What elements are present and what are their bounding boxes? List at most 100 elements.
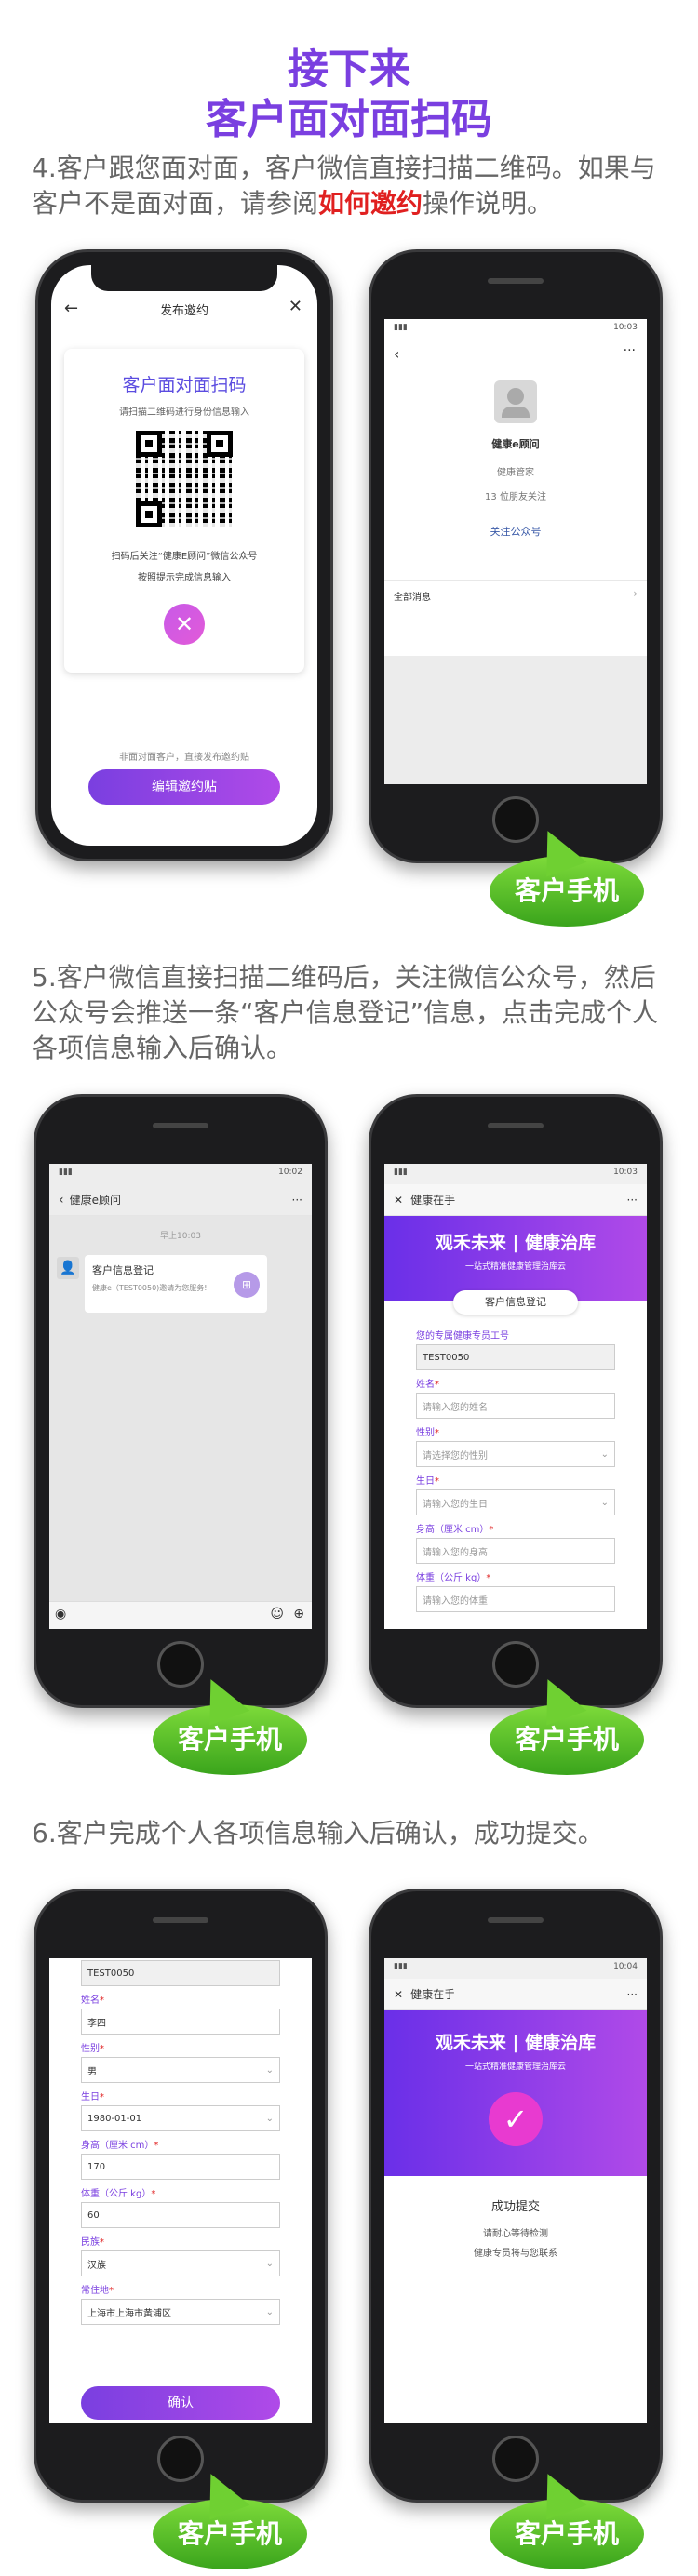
select-field[interactable]: 请输入您的生日 ⌄ — [416, 1489, 615, 1515]
field-value: 1980-01-01 — [87, 2113, 142, 2124]
select-field[interactable]: 1980-01-01 ⌄ — [81, 2105, 280, 2131]
signal-icon: ▮▮▮ — [394, 1962, 408, 1971]
account-name: 健康e顾问 — [491, 438, 540, 450]
field-label-text: 体重（公斤 kg） — [416, 1573, 487, 1583]
field-value: 请选择您的性别 — [423, 1450, 488, 1462]
bubble-label: 客户手机 — [514, 875, 619, 906]
home-button[interactable] — [157, 1641, 204, 1688]
nav-title: 健康在手 — [410, 1194, 456, 1207]
field-value: 男 — [87, 2066, 97, 2077]
speaker — [488, 1917, 544, 1923]
required-mark: * — [435, 1476, 439, 1487]
field-value: TEST0050 — [87, 1968, 135, 1979]
home-button[interactable] — [157, 2436, 204, 2482]
form-tab: 客户信息登记 — [453, 1290, 578, 1315]
how-to-invite-link[interactable]: 如何邀约 — [318, 188, 423, 219]
input-field[interactable]: 李四 — [81, 2009, 280, 2035]
required-mark: * — [100, 2237, 104, 2248]
filled-form: TEST0050 姓名* 李四 性别* 男 ⌄ 生日* 1980-01-01 ⌄ 身高（厘米 cm… — [49, 1958, 312, 2325]
voice-icon[interactable]: ◉ — [55, 1607, 66, 1622]
input-field[interactable]: 170 — [81, 2154, 280, 2180]
form-field-label: 民族* — [81, 2234, 280, 2248]
back-arrow-icon[interactable]: ‹ — [394, 345, 399, 363]
chevron-down-icon: ⌄ — [265, 2306, 274, 2317]
phone-chat: ▮▮▮ 10:02 ‹ 健康e顾问 ··· 早上10:03 👤 客户信息登记 健康… — [34, 1094, 328, 1708]
input-field[interactable]: 请输入您的体重 — [416, 1586, 615, 1612]
follow-button[interactable]: 关注公众号 — [384, 524, 647, 539]
chevron-down-icon: ⌄ — [265, 2258, 274, 2269]
more-icon[interactable]: ··· — [627, 1194, 638, 1207]
input-field[interactable]: TEST0050 — [81, 1960, 280, 1986]
field-label-text: 常住地 — [81, 2286, 109, 2296]
success-check-icon: ✓ — [489, 2092, 543, 2146]
nav-title: 健康在手 — [410, 1988, 456, 2001]
home-button[interactable] — [492, 2436, 539, 2482]
more-icon[interactable]: ··· — [627, 1988, 638, 2001]
phone-invite: ← 发布邀约 ✕ 客户面对面扫码 请扫描二维码进行身份信息输入 扫码后关注“健康… — [35, 249, 333, 861]
close-icon[interactable]: ✕ — [289, 297, 302, 316]
form-field-label: 体重（公斤 kg）* — [416, 1569, 615, 1583]
field-label-text: 性别 — [81, 2044, 100, 2054]
customer-phone-bubble: 客户手机 — [490, 1704, 644, 1775]
select-field[interactable]: 男 ⌄ — [81, 2057, 280, 2083]
field-value: 汉族 — [87, 2260, 106, 2271]
status-bar: ▮▮▮ 10:04 — [384, 1958, 647, 1979]
field-label-text: 姓名 — [81, 1995, 100, 2006]
field-value: 170 — [87, 2161, 106, 2172]
footer-text: 非面对面客户，直接发布邀约贴 — [119, 753, 249, 763]
field-label-text: 身高（厘米 cm） — [416, 1525, 490, 1535]
required-mark: * — [151, 2189, 156, 2199]
form-field-label: 身高（厘米 cm）* — [416, 1521, 615, 1535]
select-field[interactable]: 请选择您的性别 ⌄ — [416, 1441, 615, 1467]
select-field[interactable]: 汉族 ⌄ — [81, 2250, 280, 2276]
more-icon[interactable]: ··· — [624, 343, 636, 358]
more-icon[interactable]: ··· — [292, 1194, 302, 1207]
field-value: 李四 — [87, 2018, 106, 2029]
bubble-label: 客户手机 — [514, 2518, 619, 2549]
edit-invite-button[interactable]: 编辑邀约贴 — [88, 769, 280, 805]
required-mark: * — [100, 2044, 104, 2054]
field-value: 请输入您的生日 — [423, 1499, 488, 1510]
input-field[interactable]: 请输入您的身高 — [416, 1538, 615, 1564]
plus-icon[interactable]: ⊕ — [293, 1607, 304, 1622]
scan-card: 客户面对面扫码 请扫描二维码进行身份信息输入 扫码后关注“健康E顾问”微信公众号… — [64, 349, 304, 673]
chat-time: 早上10:03 — [160, 1232, 201, 1241]
chat-input-bar: ◉ ☺ ⊕ — [49, 1601, 312, 1629]
field-label-text: 民族 — [81, 2237, 100, 2248]
input-field[interactable]: 请输入您的姓名 — [416, 1393, 615, 1419]
home-button[interactable] — [492, 1641, 539, 1688]
select-field[interactable]: 上海市上海市黄浦区 ⌄ — [81, 2299, 280, 2325]
bubble-label: 客户手机 — [177, 2518, 282, 2549]
chevron-down-icon: ⌄ — [265, 2064, 274, 2075]
customer-phone-bubble: 客户手机 — [490, 2499, 644, 2569]
info-register-card[interactable]: 客户信息登记 健康e（TEST0050)邀请为您服务! ⊞ — [85, 1255, 267, 1313]
input-field[interactable]: 60 — [81, 2202, 280, 2228]
close-icon[interactable]: ✕ — [394, 1988, 403, 2001]
chevron-down-icon: ⌄ — [600, 1497, 609, 1508]
back-arrow-icon[interactable]: ‹ — [59, 1193, 64, 1208]
brand-banner: 观禾未来 | 健康治库 一站式精准健康管理治库云 ✓ — [384, 2010, 647, 2176]
close-icon[interactable]: ✕ — [394, 1194, 403, 1207]
all-messages[interactable]: 全部消息 — [394, 589, 431, 603]
speaker — [153, 1123, 208, 1128]
confirm-button[interactable]: 确认 — [81, 2386, 280, 2420]
bubble-label: 客户手机 — [514, 1724, 619, 1755]
status-time: 10:03 — [613, 1168, 638, 1177]
required-mark: * — [100, 2092, 104, 2102]
emoji-icon[interactable]: ☺ — [270, 1607, 284, 1622]
field-label-text: 生日 — [416, 1476, 435, 1487]
nav-title: 健康e顾问 — [69, 1194, 121, 1207]
step5-text: 5.客户微信直接扫描二维码后，关注微信公众号，然后公众号会推送一条“客户信息登记… — [32, 962, 659, 1063]
status-bar: ▮▮▮ 10:03 — [384, 319, 647, 340]
required-mark: * — [489, 1525, 494, 1535]
register-form: 您的专属健康专员工号 TEST0050 姓名* 请输入您的姓名 性别* 请选择您的性别 ⌄ 生… — [384, 1301, 647, 1612]
required-mark: * — [486, 1573, 491, 1583]
input-field[interactable]: TEST0050 — [416, 1344, 615, 1370]
status-bar: ▮▮▮ 10:02 — [49, 1164, 312, 1184]
phone-wechat-account: ▮▮▮ 10:03 ‹ ··· 健康e顾问 健康管家 13 位朋友关注 关注公众号… — [369, 249, 663, 863]
chevron-right-icon: › — [633, 587, 638, 600]
close-circle-icon[interactable]: ✕ — [164, 604, 205, 645]
divider — [384, 580, 647, 581]
phone-filled-form: TEST0050 姓名* 李四 性别* 男 ⌄ 生日* 1980-01-01 ⌄ 身高（厘米 cm… — [34, 1889, 328, 2503]
field-label-text: 生日 — [81, 2092, 100, 2102]
